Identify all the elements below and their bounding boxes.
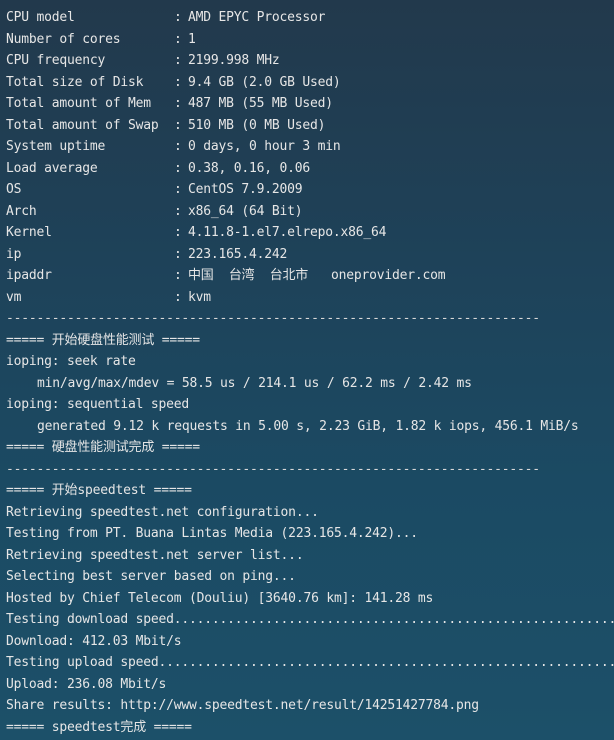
speedtest-line: Testing from PT. Buana Lintas Media (223…	[6, 526, 418, 541]
sysinfo-separator: :	[174, 268, 182, 283]
sysinfo-separator: :	[174, 53, 182, 68]
sysinfo-row: Total size of Disk:9.4 GB (2.0 GB Used)	[6, 72, 614, 94]
sysinfo-key: Kernel	[6, 225, 52, 240]
sysinfo-value: 1	[188, 31, 196, 47]
sysinfo-row: Total amount of Swap:510 MB (0 MB Used)	[6, 115, 614, 137]
sysinfo-separator: :	[174, 74, 182, 90]
sysinfo-separator: :	[174, 10, 182, 25]
sysinfo-value: 0 days, 0 hour 3 min	[188, 139, 341, 154]
sysinfo-value: 4.11.8-1.el7.elrepo.x86_64	[188, 225, 387, 240]
sysinfo-row: vm: kvm	[6, 287, 614, 309]
sysinfo-key: Total size of Disk	[6, 74, 144, 90]
sysinfo-separator: :	[174, 139, 182, 154]
sysinfo-row: CPU model: AMD EPYC Processor	[6, 7, 614, 29]
sysinfo-separator: :	[174, 182, 182, 197]
sysinfo-key: Total amount of Mem	[6, 96, 151, 111]
speedtest-start-banner: ===== 开始speedtest =====	[6, 483, 192, 498]
sysinfo-value: 223.165.4.242	[188, 246, 288, 262]
sysinfo-key: CPU model	[6, 10, 75, 25]
sysinfo-key: ipaddr	[6, 268, 52, 283]
sysinfo-row: Load average:0.38, 0.16, 0.06	[6, 158, 614, 180]
sysinfo-row: System uptime:0 days, 0 hour 3 min	[6, 136, 614, 158]
sysinfo-key: CPU frequency	[6, 53, 106, 68]
sysinfo-value: x86_64 (64 Bit)	[188, 203, 303, 219]
sysinfo-value: kvm	[188, 289, 211, 305]
seek-rate-value: min/avg/max/mdev = 58.5 us / 214.1 us / …	[37, 375, 472, 391]
sysinfo-key: System uptime	[6, 139, 106, 154]
speedtest-line: Testing download speed..................…	[6, 612, 614, 627]
sysinfo-separator: :	[174, 96, 182, 111]
speedtest-end-banner: ===== speedtest完成 =====	[6, 719, 192, 735]
upload-result: Upload: 236.08 Mbit/s	[6, 676, 167, 692]
sysinfo-key: ip	[6, 246, 22, 262]
sysinfo-value: AMD EPYC Processor	[188, 10, 326, 25]
sysinfo-value: 9.4 GB (2.0 GB Used)	[188, 74, 341, 90]
disk-test-end-banner: ===== 硬盘性能测试完成 =====	[6, 440, 200, 455]
sysinfo-key: Number of cores	[6, 31, 121, 47]
separator-rule: ----------------------------------------…	[6, 311, 540, 326]
sysinfo-value: 中国 台湾 台北市 oneprovider.com	[188, 268, 446, 283]
terminal-output: CPU model: AMD EPYC Processor Number of c…	[0, 0, 614, 740]
sysinfo-value: CentOS 7.9.2009	[188, 182, 303, 197]
sequential-speed-label: ioping: sequential speed	[6, 397, 190, 412]
sysinfo-row: OS: CentOS 7.9.2009	[6, 179, 614, 201]
disk-test-start-banner: ===== 开始硬盘性能测试 =====	[6, 332, 200, 348]
sysinfo-row: ip:223.165.4.242	[6, 244, 614, 266]
sysinfo-separator: :	[174, 31, 182, 47]
speedtest-line: Testing upload speed....................…	[6, 655, 614, 670]
sequential-speed-value: generated 9.12 k requests in 5.00 s, 2.2…	[37, 418, 579, 434]
sysinfo-value: 487 MB (55 MB Used)	[188, 96, 333, 111]
share-results-line: Share results: http://www.speedtest.net/…	[6, 698, 479, 713]
sysinfo-key: Load average	[6, 160, 98, 176]
sysinfo-row: Number of cores:1	[6, 29, 614, 51]
sysinfo-separator: :	[174, 289, 182, 305]
speedtest-line: Retrieving speedtest.net configuration..…	[6, 504, 319, 520]
sysinfo-key: OS	[6, 182, 22, 197]
sysinfo-row: ipaddr: 中国 台湾 台北市 oneprovider.com	[6, 265, 614, 287]
sysinfo-key: Total amount of Swap	[6, 117, 159, 133]
sysinfo-row: Total amount of Mem:487 MB (55 MB Used)	[6, 93, 614, 115]
sysinfo-separator: :	[174, 117, 182, 133]
sysinfo-value: 510 MB (0 MB Used)	[188, 117, 326, 133]
speedtest-line: Selecting best server based on ping...	[6, 569, 296, 584]
download-result: Download: 412.03 Mbit/s	[6, 633, 182, 649]
sysinfo-key: Arch	[6, 203, 37, 219]
sysinfo-separator: :	[174, 246, 182, 262]
sysinfo-row: Kernel:4.11.8-1.el7.elrepo.x86_64	[6, 222, 614, 244]
sysinfo-row: CPU frequency:2199.998 MHz	[6, 50, 614, 72]
speedtest-line: Retrieving speedtest.net server list...	[6, 547, 304, 563]
sysinfo-row: Arch: x86_64 (64 Bit)	[6, 201, 614, 223]
sysinfo-value: 0.38, 0.16, 0.06	[188, 160, 311, 176]
separator-rule: ----------------------------------------…	[6, 461, 540, 477]
sysinfo-value: 2199.998 MHz	[188, 53, 280, 68]
sysinfo-separator: :	[174, 203, 182, 219]
seek-rate-label: ioping: seek rate	[6, 354, 136, 369]
sysinfo-key: vm	[6, 289, 22, 305]
sysinfo-separator: :	[174, 225, 182, 240]
sysinfo-separator: :	[174, 160, 182, 176]
speedtest-line: Hosted by Chief Telecom (Douliu) [3640.7…	[6, 590, 434, 606]
